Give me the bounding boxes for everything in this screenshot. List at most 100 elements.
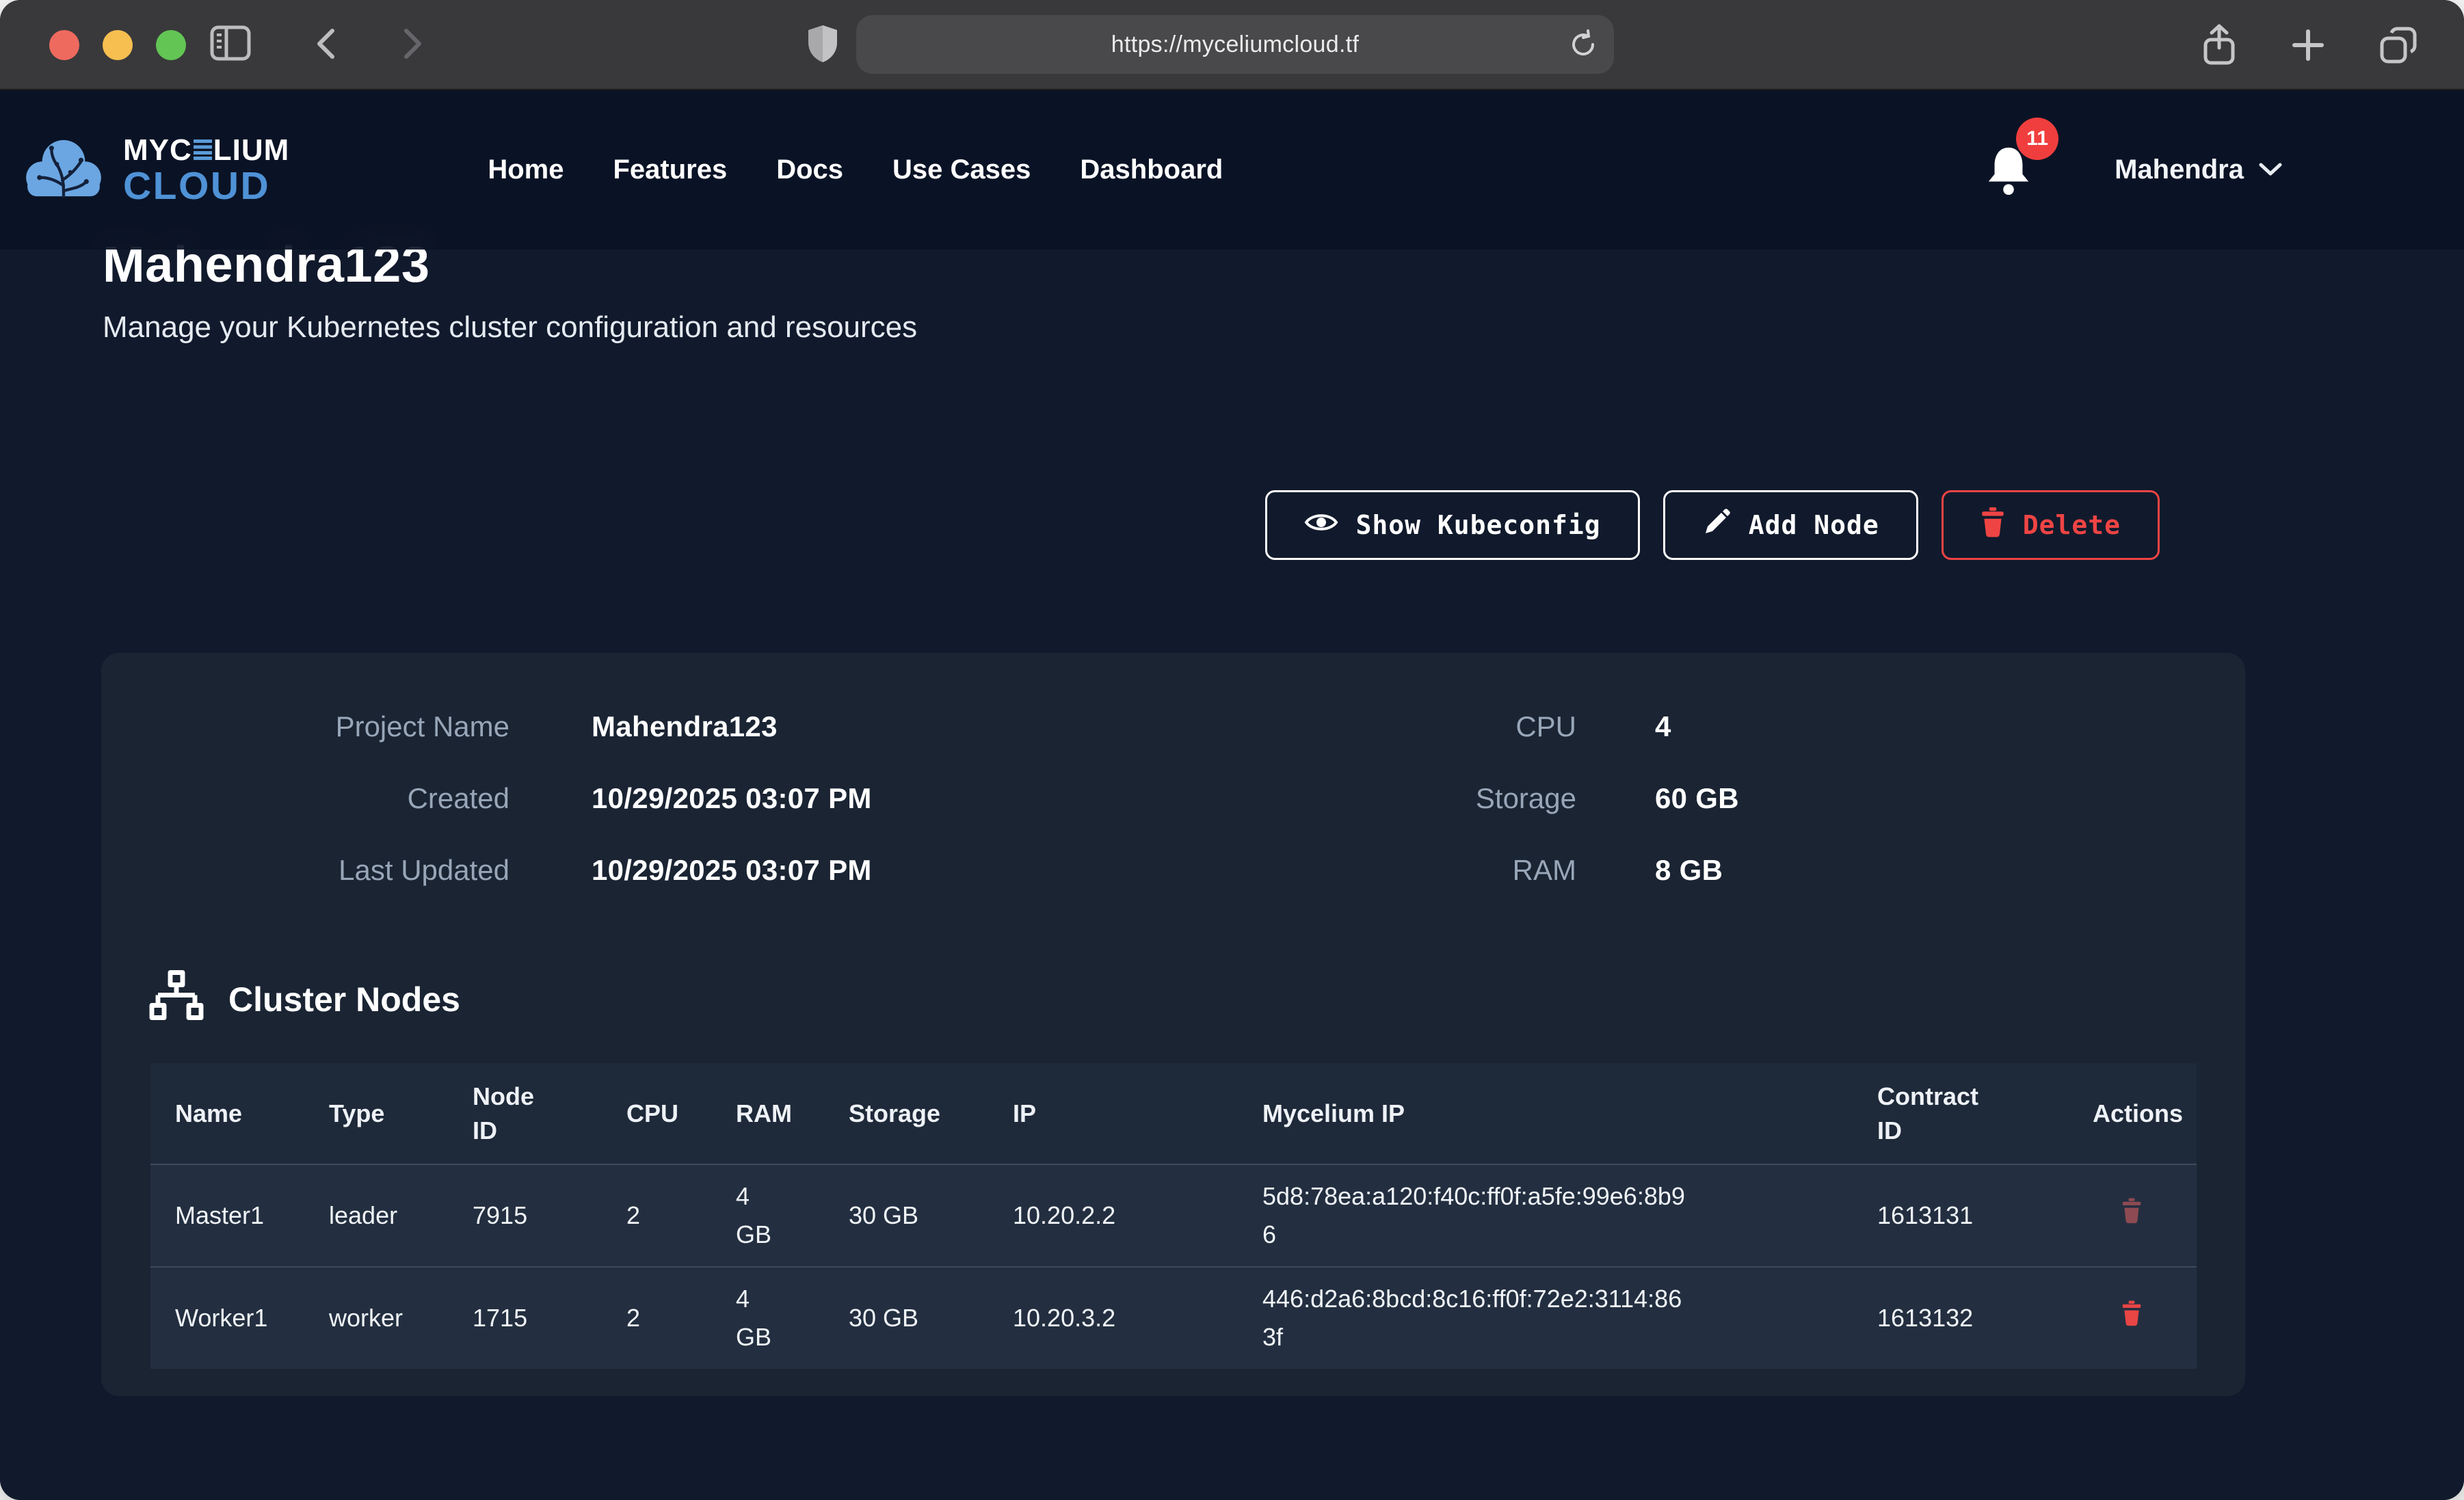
info-row-last-updated: Last Updated 10/29/2025 03:07 PM bbox=[248, 834, 872, 906]
delete-node-button[interactable] bbox=[2121, 1198, 2142, 1226]
nodes-table-wrap: Name Type Node ID CPU RAM Storage IP Myc… bbox=[150, 1063, 2197, 1369]
address-bar[interactable]: https://myceliumcloud.tf bbox=[856, 15, 1614, 74]
cluster-info-right: CPU 4 Storage 60 GB RAM 8 GB bbox=[1366, 691, 1739, 906]
nodes-table-header-row: Name Type Node ID CPU RAM Storage IP Myc… bbox=[150, 1063, 2197, 1164]
project-name-label: Project Name bbox=[248, 710, 509, 743]
nav-link-use-cases[interactable]: Use Cases bbox=[892, 155, 1031, 185]
nav-link-home[interactable]: Home bbox=[488, 155, 564, 185]
ram-value: 8 GB bbox=[1655, 854, 1723, 887]
zoom-window-button[interactable] bbox=[156, 30, 186, 60]
reload-button[interactable] bbox=[1567, 29, 1599, 62]
eye-icon bbox=[1304, 510, 1338, 541]
notification-count-badge: 11 bbox=[2016, 118, 2058, 160]
nodes-table: Name Type Node ID CPU RAM Storage IP Myc… bbox=[150, 1063, 2197, 1369]
cell-ip: 10.20.2.2 bbox=[988, 1164, 1238, 1267]
info-row-cpu: CPU 4 bbox=[1366, 691, 1739, 762]
cell-node-id: 1715 bbox=[448, 1267, 602, 1369]
col-storage: Storage bbox=[824, 1063, 988, 1164]
share-button[interactable] bbox=[2200, 23, 2238, 69]
network-nodes-icon bbox=[148, 969, 205, 1030]
col-ram: RAM bbox=[711, 1063, 824, 1164]
col-mycelium-ip: Mycelium IP bbox=[1238, 1063, 1853, 1164]
trash-icon bbox=[1981, 507, 2005, 544]
chrome-right-buttons bbox=[2200, 23, 2419, 69]
col-contract-id: Contract ID bbox=[1853, 1063, 2068, 1164]
cluster-nodes-header: Cluster Nodes bbox=[148, 969, 460, 1030]
cpu-label: CPU bbox=[1366, 710, 1576, 743]
info-row-project-name: Project Name Mahendra123 bbox=[248, 691, 872, 762]
notifications-button[interactable]: 11 bbox=[1983, 141, 2034, 199]
created-value: 10/29/2025 03:07 PM bbox=[592, 782, 872, 815]
created-label: Created bbox=[248, 782, 509, 815]
add-node-label: Add Node bbox=[1749, 510, 1879, 540]
chevron-right-icon bbox=[394, 55, 429, 65]
cell-actions bbox=[2068, 1267, 2197, 1369]
new-tab-button[interactable] bbox=[2289, 26, 2327, 66]
col-actions: Actions bbox=[2068, 1063, 2197, 1164]
storage-label: Storage bbox=[1366, 782, 1576, 815]
trash-icon bbox=[2121, 1318, 2142, 1328]
cell-node-id: 7915 bbox=[448, 1164, 602, 1267]
cell-contract-id: 1613131 bbox=[1853, 1164, 2068, 1267]
tabs-icon bbox=[2378, 57, 2419, 68]
forward-button[interactable] bbox=[394, 25, 429, 65]
cell-ram: 4 GB bbox=[711, 1164, 824, 1267]
delete-node-button[interactable] bbox=[2121, 1300, 2142, 1328]
browser-chrome: https://myceliumcloud.tf bbox=[0, 0, 2464, 90]
delete-label: Delete bbox=[2023, 510, 2121, 540]
info-row-storage: Storage 60 GB bbox=[1366, 762, 1739, 834]
add-node-button[interactable]: Add Node bbox=[1663, 490, 1918, 560]
cell-contract-id: 1613132 bbox=[1853, 1267, 2068, 1369]
bell-icon bbox=[1983, 189, 2034, 199]
info-row-created: Created 10/29/2025 03:07 PM bbox=[248, 762, 872, 834]
cpu-value: 4 bbox=[1655, 710, 1671, 743]
show-kubeconfig-label: Show Kubeconfig bbox=[1356, 510, 1601, 540]
pencil-icon bbox=[1702, 508, 1731, 543]
col-name: Name bbox=[150, 1063, 304, 1164]
trash-icon bbox=[2121, 1216, 2142, 1226]
close-window-button[interactable] bbox=[49, 30, 79, 60]
chevron-down-icon bbox=[2257, 159, 2283, 180]
reload-icon bbox=[1567, 52, 1599, 62]
col-type: Type bbox=[304, 1063, 448, 1164]
page-content: Mahendra123 Manage your Kubernetes clust… bbox=[0, 90, 2464, 1500]
cell-storage: 30 GB bbox=[824, 1164, 988, 1267]
cell-storage: 30 GB bbox=[824, 1267, 988, 1369]
user-name: Mahendra bbox=[2115, 155, 2244, 185]
cell-mycelium-ip: 446:d2a6:8bcd:8c16:ff0f:72e2:3114:863f bbox=[1238, 1267, 1853, 1369]
cluster-nodes-title: Cluster Nodes bbox=[228, 980, 460, 1019]
brand-word-mycelium: MYCLIUM bbox=[123, 135, 289, 166]
privacy-shield-icon[interactable] bbox=[806, 23, 840, 68]
nav-links: Home Features Docs Use Cases Dashboard bbox=[488, 155, 1223, 185]
tab-overview-button[interactable] bbox=[2378, 25, 2419, 68]
mycelium-cloud-logo-icon bbox=[23, 136, 104, 204]
cell-ip: 10.20.3.2 bbox=[988, 1267, 1238, 1369]
last-updated-label: Last Updated bbox=[248, 854, 509, 887]
delete-cluster-button[interactable]: Delete bbox=[1942, 490, 2160, 560]
cell-type: leader bbox=[304, 1164, 448, 1267]
minimize-window-button[interactable] bbox=[103, 30, 133, 60]
share-icon bbox=[2200, 59, 2238, 69]
cell-mycelium-ip: 5d8:78ea:a120:f40c:ff0f:a5fe:99e6:8b96 bbox=[1238, 1164, 1853, 1267]
nav-link-features[interactable]: Features bbox=[613, 155, 727, 185]
storage-value: 60 GB bbox=[1655, 782, 1739, 815]
nav-link-docs[interactable]: Docs bbox=[776, 155, 843, 185]
col-cpu: CPU bbox=[602, 1063, 711, 1164]
cell-cpu: 2 bbox=[602, 1267, 711, 1369]
col-node-id: Node ID bbox=[448, 1063, 602, 1164]
cluster-info-left: Project Name Mahendra123 Created 10/29/2… bbox=[248, 691, 872, 906]
col-ip: IP bbox=[988, 1063, 1238, 1164]
info-row-ram: RAM 8 GB bbox=[1366, 834, 1739, 906]
brand-word-cloud: CLOUD bbox=[123, 166, 289, 206]
url-text: https://myceliumcloud.tf bbox=[1111, 31, 1359, 58]
brand-wordmark: MYCLIUM CLOUD bbox=[123, 135, 289, 206]
ram-label: RAM bbox=[1366, 854, 1576, 887]
brand-logo[interactable]: MYCLIUM CLOUD bbox=[23, 135, 289, 206]
show-kubeconfig-button[interactable]: Show Kubeconfig bbox=[1265, 490, 1640, 560]
user-menu[interactable]: Mahendra bbox=[2115, 155, 2283, 185]
sidebar-icon bbox=[209, 53, 252, 64]
back-button[interactable] bbox=[309, 25, 345, 65]
sidebar-toggle-button[interactable] bbox=[209, 25, 252, 64]
nav-link-dashboard[interactable]: Dashboard bbox=[1080, 155, 1223, 185]
cluster-action-toolbar: Show Kubeconfig Add Node bbox=[1265, 490, 2160, 560]
